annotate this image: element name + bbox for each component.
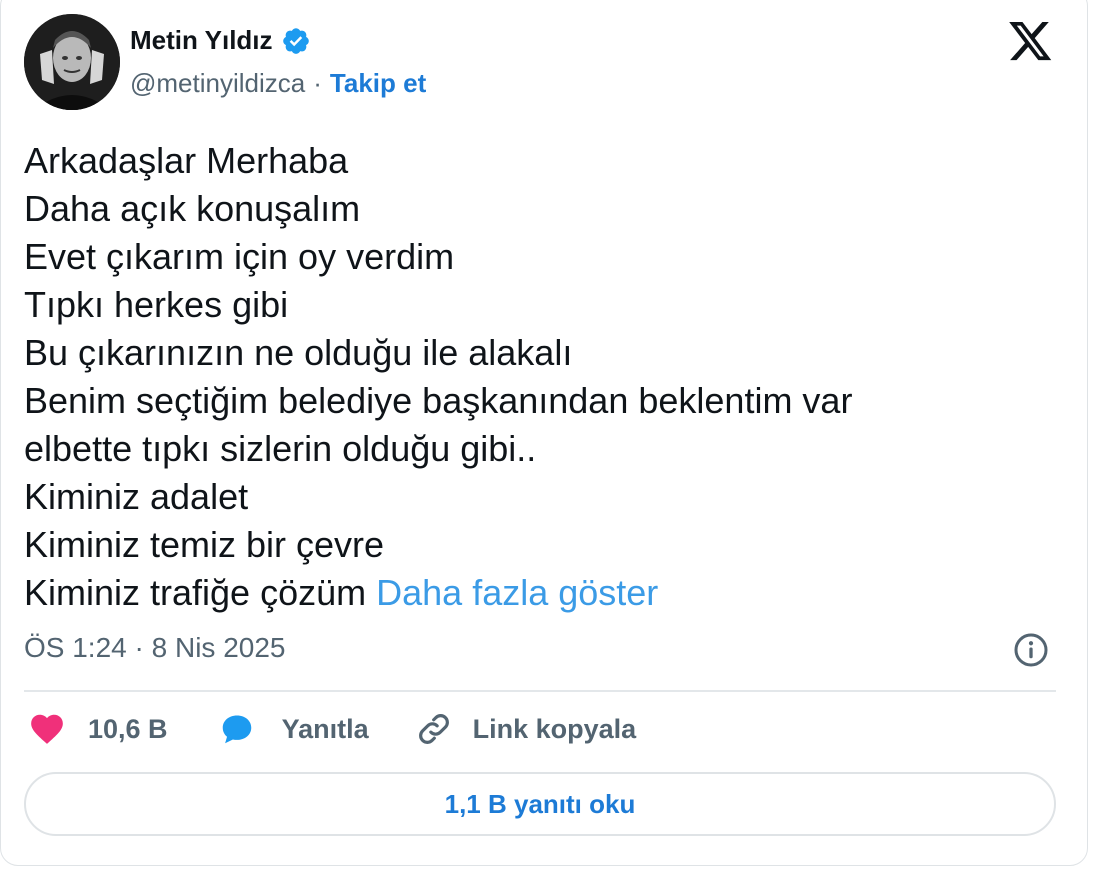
tweet-line: Daha açık konuşalım bbox=[24, 188, 361, 229]
separator-dot: · bbox=[313, 68, 322, 98]
verified-badge-icon bbox=[282, 27, 309, 54]
read-replies-label: 1,1 B yanıtı oku bbox=[444, 788, 636, 819]
heart-icon bbox=[31, 714, 63, 744]
x-logo-icon[interactable] bbox=[1008, 22, 1054, 62]
reply-label: Yanıtla bbox=[281, 713, 369, 744]
action-bar: 10,6 B Yanıtla Link kopyala bbox=[28, 710, 636, 748]
separator-dot: · bbox=[134, 632, 144, 663]
tweet-line: elbette tıpkı sizlerin olduğu gibi.. bbox=[24, 428, 537, 469]
tweet-line: Arkadaşlar Merhaba bbox=[24, 140, 349, 181]
author-handle[interactable]: @metinyildizca bbox=[130, 68, 305, 99]
show-more-link[interactable]: Daha fazla göster bbox=[376, 572, 658, 613]
tweet-line: Kiminiz temiz bir çevre bbox=[24, 524, 385, 565]
follow-button[interactable]: Takip et bbox=[330, 68, 426, 99]
info-icon[interactable] bbox=[1013, 632, 1049, 668]
like-count: 10,6 B bbox=[88, 713, 168, 744]
divider bbox=[24, 690, 1056, 692]
avatar[interactable] bbox=[24, 14, 120, 110]
reply-button[interactable]: Yanıtla bbox=[218, 710, 369, 748]
handle-row: @metinyildizca · Takip et bbox=[130, 68, 426, 99]
author-name[interactable]: Metin Yıldız bbox=[130, 25, 273, 56]
link-icon bbox=[418, 714, 449, 744]
tweet-line: Tıpkı herkes gibi bbox=[24, 284, 289, 325]
read-replies-button[interactable]: 1,1 B yanıtı oku bbox=[24, 772, 1056, 836]
tweet-text: Arkadaşlar Merhaba Daha açık konuşalım E… bbox=[24, 137, 1024, 617]
author-name-row[interactable]: Metin Yıldız bbox=[130, 25, 311, 56]
tweet-time: ÖS 1:24 bbox=[24, 632, 127, 663]
tweet-date: 8 Nis 2025 bbox=[151, 632, 286, 663]
tweet-line-last: Kiminiz trafiğe çözüm Daha fazla göster bbox=[24, 569, 1024, 617]
tweet-line: Kiminiz adalet bbox=[24, 476, 249, 517]
tweet-line-text: Kiminiz trafiğe çözüm bbox=[24, 572, 367, 613]
tweet-line: Bu çıkarınızın ne olduğu ile alakalı bbox=[24, 332, 573, 373]
like-button[interactable]: 10,6 B bbox=[28, 710, 168, 748]
tweet-line: Benim seçtiğim belediye başkanından bekl… bbox=[24, 380, 853, 421]
copy-link-label: Link kopyala bbox=[472, 713, 637, 744]
avatar-image bbox=[24, 14, 120, 110]
speech-bubble-icon bbox=[222, 715, 251, 744]
copy-link-button[interactable]: Link kopyala bbox=[415, 710, 637, 748]
tweet-line: Evet çıkarım için oy verdim bbox=[24, 236, 455, 277]
tweet-timestamp[interactable]: ÖS 1:24 · 8 Nis 2025 bbox=[24, 632, 286, 664]
